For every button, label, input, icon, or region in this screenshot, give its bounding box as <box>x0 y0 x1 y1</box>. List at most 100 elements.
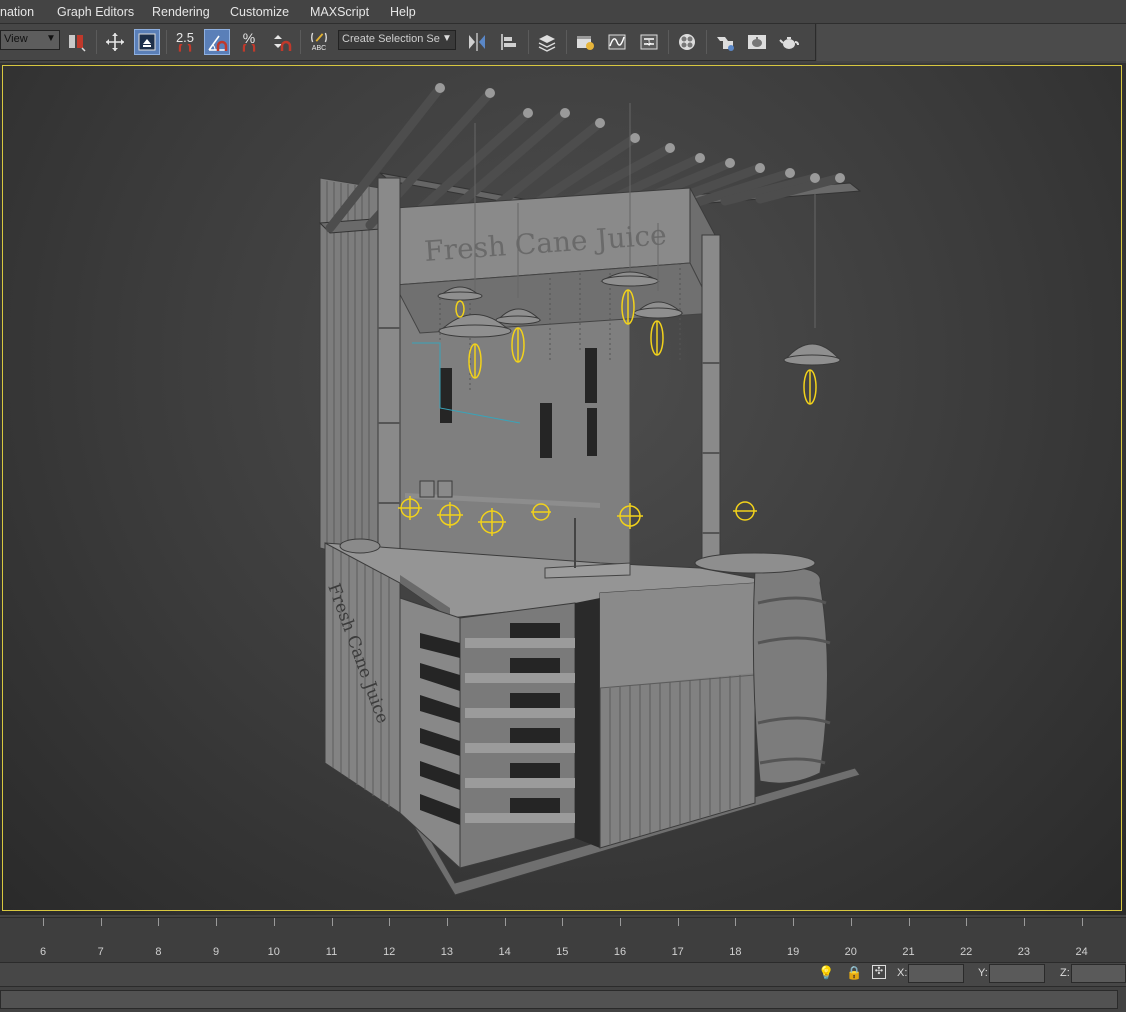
spinner-snap-icon <box>274 35 292 51</box>
timeline-tick <box>158 918 160 926</box>
material-editor-button[interactable] <box>674 29 700 55</box>
toolbar-separator <box>668 30 669 54</box>
named-selection-icon <box>311 32 327 42</box>
pivot-center-button[interactable] <box>64 29 90 55</box>
move-arrows-icon <box>106 33 124 51</box>
menu-maxscript[interactable]: MAXScript <box>310 5 369 19</box>
mirror-button[interactable] <box>464 29 490 55</box>
timeline-frame-label: 24 <box>1075 946 1088 958</box>
spinner-snap-toggle-button[interactable] <box>268 29 294 55</box>
percent-snap-label: % <box>242 30 256 46</box>
timeline-tick <box>1023 918 1025 926</box>
snap-2-5-label: 2.5 <box>175 30 195 45</box>
timeline-tick <box>43 918 44 926</box>
timeline-frame-label: 10 <box>267 946 280 958</box>
lock-icon[interactable]: 🔒 <box>846 965 862 981</box>
timeline-frame-label: 12 <box>383 946 396 958</box>
timeline-tick <box>793 918 795 926</box>
mirror-icon <box>469 33 485 51</box>
timeline-frame-label: 9 <box>213 946 220 958</box>
menu-graph-editors[interactable]: Graph Editors <box>57 5 134 19</box>
curve-editor-icon <box>608 34 626 50</box>
timeline-tick <box>100 918 102 926</box>
timeline-frame-label: 14 <box>498 946 511 958</box>
rendered-frame-window-icon <box>748 35 766 49</box>
render-setup-button[interactable] <box>712 29 738 55</box>
reference-coordinate-value: View <box>4 33 28 45</box>
pivot-center-icon <box>69 35 86 52</box>
render-setup-icon <box>717 37 734 51</box>
layer-explorer-button[interactable] <box>534 29 560 55</box>
timeline-frame-label: 8 <box>155 946 162 958</box>
percent-snap-toggle-button[interactable]: % <box>236 29 262 55</box>
timeline-frame-label: 16 <box>613 946 627 958</box>
y-coordinate-label: Y: <box>978 967 988 979</box>
time-slider-track[interactable]: 6 7 8 9 10 11 12 13 14 15 16 17 18 19 20 21 22 23 24 <box>0 917 1126 962</box>
named-selection-set-value: Create Selection Se <box>342 33 440 45</box>
select-manipulate-button[interactable] <box>102 29 128 55</box>
schematic-view-button[interactable] <box>636 29 662 55</box>
toolbar-separator <box>566 30 567 54</box>
align-button[interactable] <box>496 29 522 55</box>
magnet-icon <box>178 44 192 52</box>
menu-rendering[interactable]: Rendering <box>152 5 210 19</box>
timeline-tick <box>1081 918 1083 926</box>
shortcut-override-icon <box>138 33 156 51</box>
chevron-down-icon: ▼ <box>46 33 56 44</box>
chevron-down-icon: ▼ <box>441 33 453 47</box>
timeline-frame-label: 15 <box>556 946 569 958</box>
menu-bar: nation Graph Editors Rendering Customize… <box>0 0 1126 24</box>
toolbar-separator <box>166 30 167 54</box>
timeline-frame-label: 13 <box>440 946 454 958</box>
snap-toggle-2-5-button[interactable]: 2.5 <box>172 29 198 55</box>
timeline-tick <box>908 918 910 926</box>
layers-icon <box>538 35 556 52</box>
timeline-tick <box>446 918 448 926</box>
edit-named-selection-sets-button[interactable]: ABC <box>306 29 332 55</box>
prompt-line-field[interactable] <box>0 990 1118 1009</box>
scene-explorer-icon <box>577 36 594 50</box>
timeline-tick <box>620 918 621 926</box>
x-coordinate-field[interactable] <box>908 964 964 983</box>
rendered-frame-window-button[interactable] <box>744 29 770 55</box>
menu-animation[interactable]: nation <box>0 5 34 19</box>
main-toolbar: View ▼ 2.5 % ABC Create Selection Se ▼ <box>0 24 816 61</box>
y-coordinate-field[interactable] <box>989 964 1045 983</box>
timeline-frame-label: 20 <box>844 946 857 958</box>
timeline-frame-label: 6 <box>39 946 47 958</box>
render-production-button[interactable] <box>776 29 802 55</box>
timeline-frame-label: 19 <box>786 946 800 958</box>
material-editor-icon <box>679 34 695 50</box>
align-icon <box>501 34 516 50</box>
timeline-tick <box>504 918 506 926</box>
timeline-frame-label: 21 <box>902 946 915 958</box>
toolbar-separator <box>300 30 301 54</box>
timeline-frame-label: 7 <box>97 946 104 958</box>
timeline-tick <box>677 918 679 926</box>
perspective-viewport[interactable]: Fresh Cane Juice Fresh Cane Juice <box>0 63 1126 915</box>
menu-help[interactable]: Help <box>390 5 416 19</box>
curve-editor-button[interactable] <box>604 29 630 55</box>
absolute-mode-icon[interactable]: ✣ <box>872 965 886 979</box>
keyboard-shortcut-override-button[interactable] <box>134 29 160 55</box>
timeline-frame-label: 22 <box>960 946 973 958</box>
magnet-icon <box>242 44 256 52</box>
timeline-tick <box>735 918 737 926</box>
lightbulb-icon[interactable]: 💡 <box>818 965 834 981</box>
named-selection-set-dropdown[interactable]: Create Selection Se ▼ <box>338 30 456 50</box>
teapot-icon <box>779 37 799 49</box>
timeline-tick <box>966 918 968 926</box>
toolbar-separator <box>96 30 97 54</box>
kiosk-3d-model: Fresh Cane Juice Fresh Cane Juice <box>318 83 862 896</box>
timeline-tick <box>389 918 391 926</box>
menu-customize[interactable]: Customize <box>230 5 289 19</box>
angle-snap-toggle-button[interactable] <box>204 29 230 55</box>
scene-explorer-button[interactable] <box>572 29 598 55</box>
timeline-tick <box>216 918 218 926</box>
toolbar-separator <box>706 30 707 54</box>
timeline-frame-label: 23 <box>1017 946 1031 958</box>
x-coordinate-label: X: <box>897 967 908 979</box>
z-coordinate-field[interactable] <box>1071 964 1126 983</box>
reference-coordinate-dropdown[interactable]: View ▼ <box>0 30 60 50</box>
toolbar-empty-area <box>817 24 1126 61</box>
